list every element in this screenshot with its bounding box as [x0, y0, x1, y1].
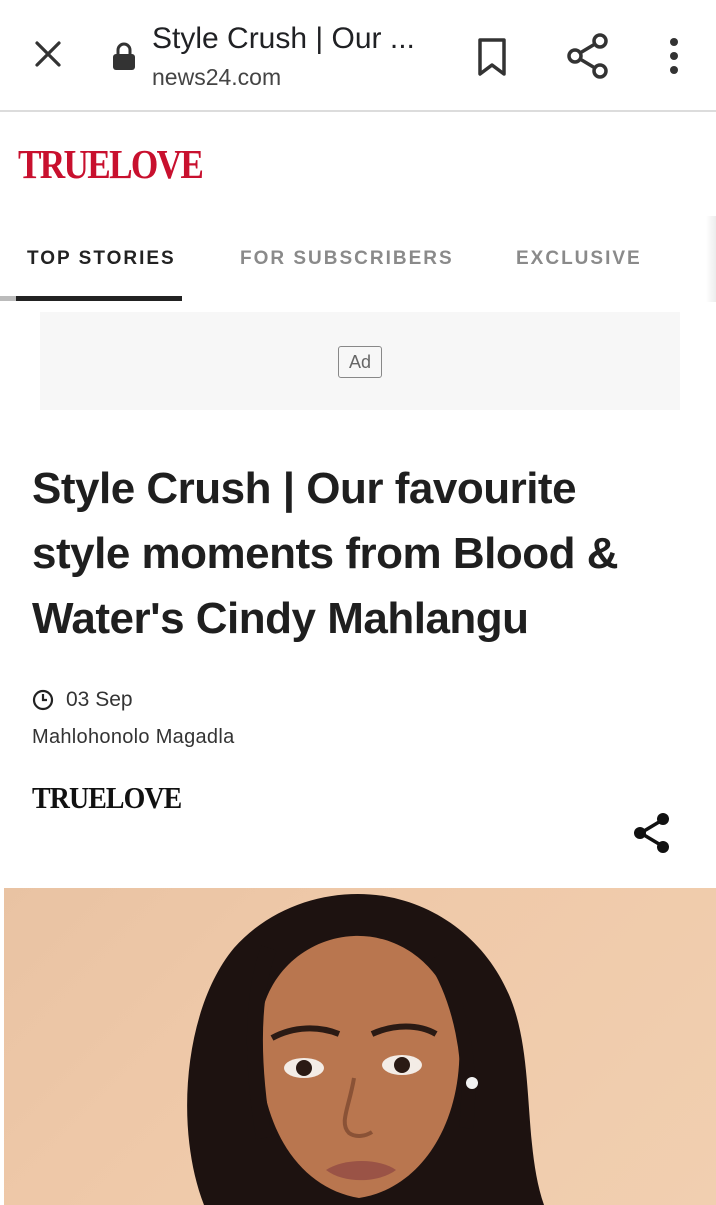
article-hero-image	[4, 888, 716, 1205]
page-url: news24.com	[152, 64, 282, 90]
share-article-icon[interactable]	[630, 810, 676, 856]
active-tab-indicator	[16, 296, 182, 301]
lock-icon	[110, 40, 138, 72]
article-author[interactable]: Mahlohonolo Magadla	[32, 726, 235, 749]
browser-toolbar: Style Crush | Our ... news24.com	[0, 0, 716, 112]
page-title: Style Crush | Our ...	[152, 22, 415, 55]
more-vert-icon[interactable]	[656, 34, 692, 78]
article-headline: Style Crush | Our favourite style moment…	[32, 464, 618, 643]
share-icon[interactable]	[564, 32, 612, 80]
portrait-illustration	[187, 893, 544, 1205]
site-logo[interactable]: TRUELOVE	[18, 140, 204, 188]
section-tabs: TOP STORIES FOR SUBSCRIBERS EXCLUSIVE	[0, 216, 716, 302]
ad-label: Ad	[338, 346, 382, 378]
bookmark-icon[interactable]	[470, 34, 514, 78]
close-icon[interactable]	[28, 34, 68, 74]
clock-icon	[32, 689, 54, 711]
source-logo: TRUELOVE	[32, 780, 182, 815]
article-date-row: 03 Sep	[32, 688, 133, 712]
article-date: 03 Sep	[66, 688, 133, 711]
tab-top-stories[interactable]: TOP STORIES	[27, 248, 176, 270]
tab-for-subscribers[interactable]: FOR SUBSCRIBERS	[240, 248, 454, 270]
tab-exclusive[interactable]: EXCLUSIVE	[516, 248, 642, 270]
ad-slot[interactable]: Ad	[40, 312, 680, 410]
tabs-overflow-fade	[706, 216, 716, 302]
